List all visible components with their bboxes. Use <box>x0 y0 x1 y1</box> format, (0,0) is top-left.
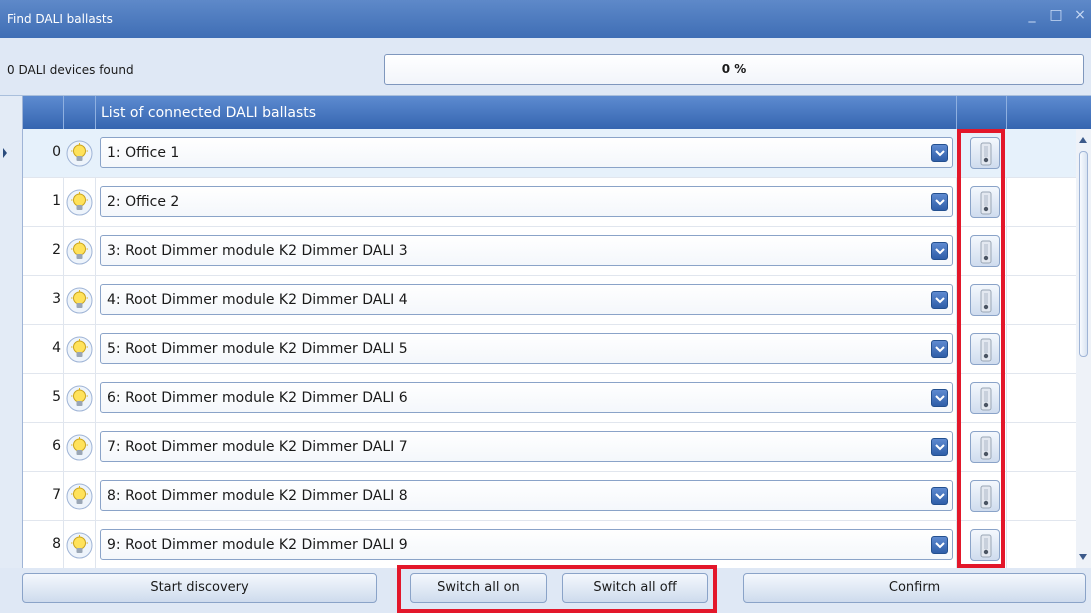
ballast-dropdown[interactable]: 6: Root Dimmer module K2 Dimmer DALI 6 <box>100 382 953 413</box>
row-index: 5 <box>52 389 61 405</box>
lightbulb-icon <box>66 238 93 265</box>
table-row[interactable]: 5 6: Root Dimmer module K2 Dimmer DALI 6 <box>23 374 1077 423</box>
lightbulb-icon <box>66 336 93 363</box>
ballast-dropdown-value: 5: Root Dimmer module K2 Dimmer DALI 5 <box>107 341 408 357</box>
scroll-up-icon[interactable] <box>1079 137 1087 143</box>
lightbulb-icon <box>66 483 93 510</box>
table-row[interactable]: 6 7: Root Dimmer module K2 Dimmer DALI 7 <box>23 423 1077 472</box>
ballast-dropdown-value: 6: Root Dimmer module K2 Dimmer DALI 6 <box>107 390 408 406</box>
lightbulb-icon <box>66 140 93 167</box>
row-index: 6 <box>52 438 61 454</box>
ballast-dropdown[interactable]: 9: Root Dimmer module K2 Dimmer DALI 9 <box>100 529 953 560</box>
ballast-dropdown[interactable]: 7: Root Dimmer module K2 Dimmer DALI 7 <box>100 431 953 462</box>
chevron-down-icon[interactable] <box>931 340 948 358</box>
vertical-scrollbar[interactable] <box>1076 129 1091 568</box>
row-index: 7 <box>52 487 61 503</box>
window-title: Find DALI ballasts <box>7 12 113 26</box>
chevron-down-icon[interactable] <box>931 389 948 407</box>
ballast-dropdown[interactable]: 4: Root Dimmer module K2 Dimmer DALI 4 <box>100 284 953 315</box>
discovery-progress-bar: 0 % <box>384 54 1084 85</box>
ballast-dropdown-value: 8: Root Dimmer module K2 Dimmer DALI 8 <box>107 488 408 504</box>
ballast-dropdown-value: 3: Root Dimmer module K2 Dimmer DALI 3 <box>107 243 408 259</box>
chevron-down-icon[interactable] <box>931 536 948 554</box>
row-header-strip <box>0 96 22 568</box>
window-title-bar: Find DALI ballasts _ □ × <box>0 0 1091 38</box>
confirm-button[interactable]: Confirm <box>743 573 1086 603</box>
ballast-dropdown[interactable]: 2: Office 2 <box>100 186 953 217</box>
close-icon[interactable]: × <box>1073 8 1087 22</box>
row-index: 4 <box>52 340 61 356</box>
current-row-marker-icon <box>3 148 7 158</box>
ballast-dropdown-value: 1: Office 1 <box>107 145 180 161</box>
row-index: 0 <box>52 144 61 160</box>
ballast-dropdown-value: 7: Root Dimmer module K2 Dimmer DALI 7 <box>107 439 408 455</box>
table-row[interactable]: 2 3: Root Dimmer module K2 Dimmer DALI 3 <box>23 227 1077 276</box>
status-bar: 0 DALI devices found 0 % <box>0 38 1091 96</box>
lightbulb-icon <box>66 189 93 216</box>
table-row[interactable]: 1 2: Office 2 <box>23 178 1077 227</box>
table-row[interactable]: 4 5: Root Dimmer module K2 Dimmer DALI 5 <box>23 325 1077 374</box>
ballast-grid: List of connected DALI ballasts 0 1: Offi… <box>3 96 1091 570</box>
maximize-icon[interactable]: □ <box>1049 8 1063 22</box>
table-row[interactable]: 7 8: Root Dimmer module K2 Dimmer DALI 8 <box>23 472 1077 521</box>
scroll-down-icon[interactable] <box>1079 554 1087 560</box>
row-index: 8 <box>52 536 61 552</box>
grid-header-title: List of connected DALI ballasts <box>101 105 317 121</box>
chevron-down-icon[interactable] <box>931 144 948 162</box>
switch-column-highlight <box>957 129 1005 568</box>
progress-percent: 0 % <box>721 62 747 76</box>
table-row[interactable]: 0 1: Office 1 <box>3 129 1077 178</box>
switch-buttons-highlight <box>397 565 717 613</box>
start-discovery-button[interactable]: Start discovery <box>22 573 377 603</box>
minimize-icon[interactable]: _ <box>1025 8 1039 22</box>
chevron-down-icon[interactable] <box>931 487 948 505</box>
grid-header: List of connected DALI ballasts <box>23 96 1091 129</box>
table-row[interactable]: 8 9: Root Dimmer module K2 Dimmer DALI 9 <box>23 521 1077 570</box>
table-row[interactable]: 3 4: Root Dimmer module K2 Dimmer DALI 4 <box>23 276 1077 325</box>
ballast-dropdown-value: 4: Root Dimmer module K2 Dimmer DALI 4 <box>107 292 408 308</box>
chevron-down-icon[interactable] <box>931 242 948 260</box>
ballast-dropdown-value: 2: Office 2 <box>107 194 180 210</box>
row-index: 2 <box>52 242 61 258</box>
chevron-down-icon[interactable] <box>931 291 948 309</box>
lightbulb-icon <box>66 434 93 461</box>
ballast-dropdown[interactable]: 3: Root Dimmer module K2 Dimmer DALI 3 <box>100 235 953 266</box>
ballast-dropdown[interactable]: 8: Root Dimmer module K2 Dimmer DALI 8 <box>100 480 953 511</box>
chevron-down-icon[interactable] <box>931 193 948 211</box>
devices-found-label: 0 DALI devices found <box>7 63 134 77</box>
row-index: 3 <box>52 291 61 307</box>
lightbulb-icon <box>66 385 93 412</box>
lightbulb-icon <box>66 532 93 559</box>
ballast-dropdown-value: 9: Root Dimmer module K2 Dimmer DALI 9 <box>107 537 408 553</box>
row-index: 1 <box>52 193 61 209</box>
ballast-dropdown[interactable]: 5: Root Dimmer module K2 Dimmer DALI 5 <box>100 333 953 364</box>
lightbulb-icon <box>66 287 93 314</box>
scroll-thumb[interactable] <box>1079 151 1088 357</box>
chevron-down-icon[interactable] <box>931 438 948 456</box>
ballast-dropdown[interactable]: 1: Office 1 <box>100 137 953 168</box>
